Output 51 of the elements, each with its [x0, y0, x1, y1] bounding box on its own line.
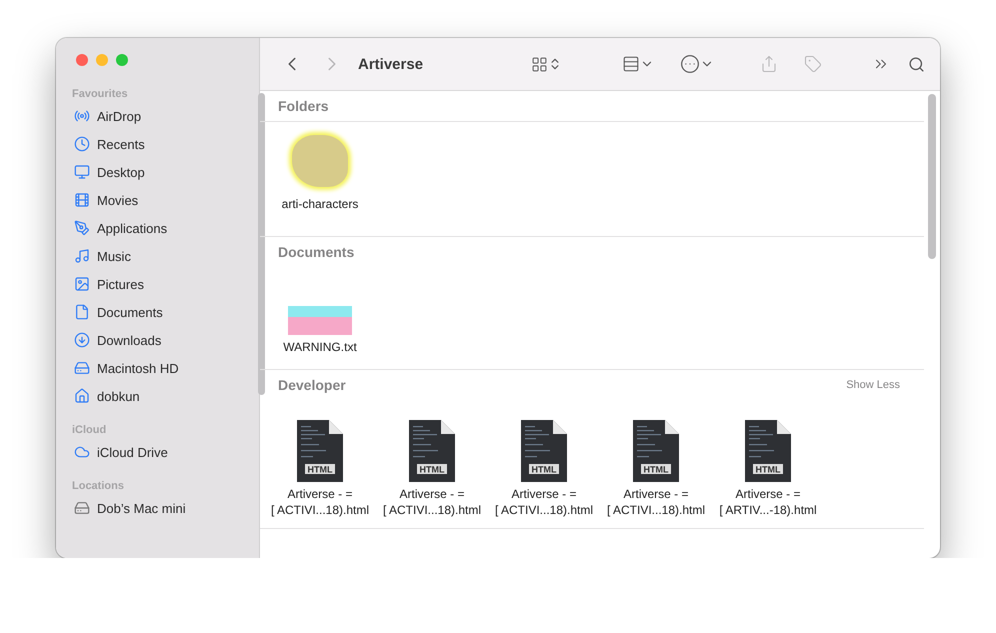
ellipsis-circle-icon[interactable] — [680, 54, 700, 74]
rows-icon[interactable] — [622, 55, 640, 73]
sidebar-item[interactable]: Pictures — [97, 276, 144, 292]
window-title: Artiverse — [358, 56, 424, 72]
cloud-icon — [74, 444, 90, 460]
show-less-button[interactable]: Show Less — [840, 378, 906, 392]
computer-icon — [74, 500, 90, 516]
file-name[interactable]: Artiverse - = [ ACTIVI...18).html — [606, 486, 706, 518]
group-title: Developer — [278, 377, 346, 393]
group-title: Documents — [278, 244, 354, 260]
sidebar-item[interactable]: iCloud Drive — [97, 444, 168, 460]
file-name[interactable]: WARNING.txt — [283, 339, 357, 355]
html-file-icon: HTML — [633, 420, 679, 482]
sidebar-item[interactable]: Dob’s Mac mini — [97, 500, 186, 516]
sidebar-item[interactable]: Macintosh HD — [97, 360, 179, 376]
sidebar-item[interactable]: Music — [97, 248, 131, 264]
home-icon — [74, 388, 90, 404]
monitor-icon — [74, 164, 90, 180]
music-note-icon — [74, 248, 90, 264]
group-title: Folders — [278, 98, 329, 114]
file-name[interactable]: Artiverse - = [ ACTIVI...18).html — [270, 486, 370, 518]
image-icon — [74, 276, 90, 292]
html-file-icon: HTML — [409, 420, 455, 482]
rock-photo-placeholder — [292, 135, 348, 187]
scrollbar-thumb[interactable] — [928, 94, 936, 259]
download-icon — [74, 332, 90, 348]
sidebar-section-title: iCloud — [71, 424, 108, 436]
html-file-icon: HTML — [745, 420, 791, 482]
scrollbar-thumb[interactable] — [258, 93, 265, 395]
file-name[interactable]: Artiverse - = [ ACTIVI...18).html — [382, 486, 482, 518]
file-name[interactable]: arti-characters — [282, 196, 358, 212]
html-file-icon: HTML — [297, 420, 343, 482]
sidebar-item[interactable]: Applications — [97, 220, 168, 236]
sidebar-item[interactable]: Movies — [97, 192, 138, 208]
radio-waves-icon — [74, 108, 90, 124]
document-icon — [74, 304, 90, 320]
sidebar-section-title: Favourites — [71, 88, 129, 100]
pen-tool-icon — [74, 220, 90, 236]
sidebar-item[interactable]: Recents — [97, 136, 145, 152]
film-icon — [74, 192, 90, 208]
file-name[interactable]: Artiverse - = [ ARTIV...-18).html — [719, 486, 817, 518]
clock-icon — [74, 136, 90, 152]
file-name[interactable]: Artiverse - = [ ACTIVI...18).html — [494, 486, 594, 518]
sidebar-section-title: Locations — [71, 480, 125, 492]
sidebar-item[interactable]: Desktop — [97, 164, 145, 180]
grid-icon[interactable] — [531, 56, 548, 72]
html-file-icon: HTML — [521, 420, 567, 482]
sidebar-item[interactable]: dobkun — [97, 388, 140, 404]
sidebar-item[interactable]: AirDrop — [97, 108, 142, 124]
sidebar-item[interactable]: Downloads — [97, 332, 162, 348]
sidebar-item[interactable]: Documents — [97, 304, 163, 320]
